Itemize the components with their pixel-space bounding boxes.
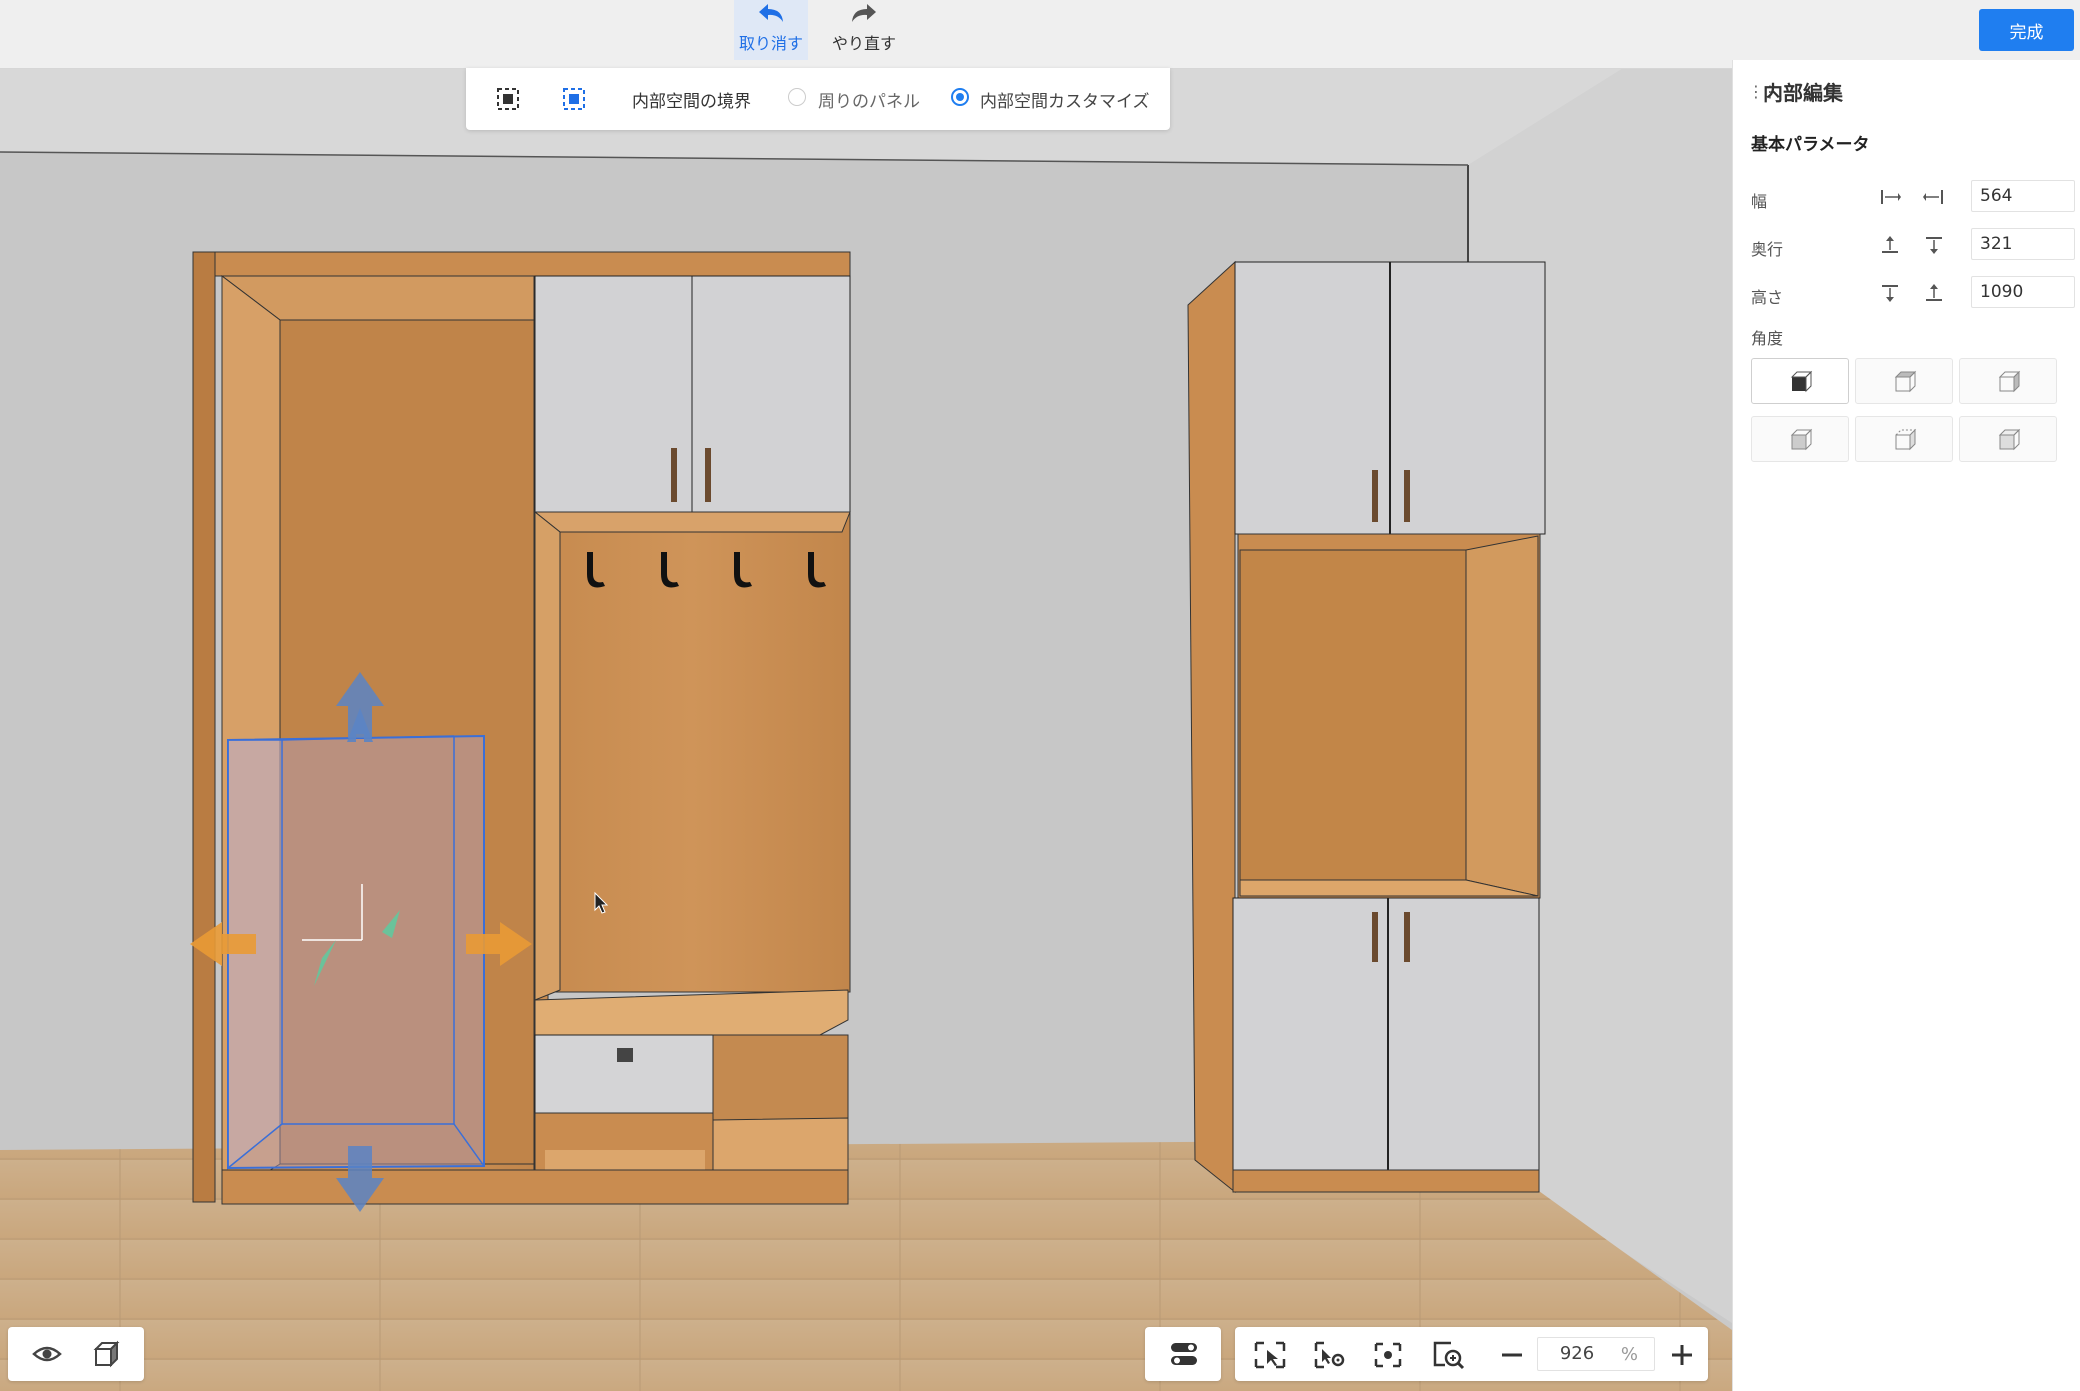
param-row-depth: 奥行 (1751, 228, 2075, 262)
align-front-icon[interactable] (1879, 235, 1901, 255)
angle-option-back[interactable] (1751, 416, 1849, 462)
top-toolbar: 取り消す やり直す 完成 (0, 0, 2080, 69)
view-tools (8, 1327, 144, 1381)
room-scene (0, 68, 1732, 1391)
settings-toggle-group (1145, 1327, 1221, 1381)
height-input[interactable] (1971, 276, 2075, 308)
zoom-out-button[interactable] (1495, 1340, 1529, 1370)
zoom-input[interactable] (1544, 1342, 1610, 1365)
align-back-icon[interactable] (1923, 235, 1945, 255)
depth-input[interactable] (1971, 228, 2075, 260)
param-label: 高さ (1751, 288, 1784, 307)
panels-radio[interactable] (788, 88, 806, 106)
align-right-icon[interactable] (1923, 187, 1945, 207)
boundary-label: 内部空間の境界 (632, 92, 751, 112)
section-title: 基本パラメータ (1751, 135, 1870, 155)
custom-option-label[interactable]: 内部空間カスタマイズ (980, 87, 1150, 112)
custom-radio[interactable] (951, 88, 969, 106)
focus-icon[interactable] (1371, 1340, 1405, 1370)
frame-select-icon[interactable] (1253, 1340, 1287, 1370)
undo-label: 取り消す (738, 34, 803, 53)
param-label: 奥行 (1751, 240, 1784, 259)
param-label: 幅 (1751, 192, 1768, 211)
selection-box (190, 672, 532, 1212)
inner-edit-panel: ⋮⋮ 内部編集 基本パラメータ 幅 奥行 高さ 角度 (1732, 60, 2080, 1391)
zoom-region-icon[interactable] (1431, 1340, 1465, 1370)
done-button[interactable]: 完成 (1979, 9, 2074, 51)
angle-option-left[interactable] (1855, 358, 1953, 404)
align-left-icon[interactable] (1879, 187, 1901, 207)
redo-button[interactable]: やり直す (827, 0, 901, 60)
select-inner-icon[interactable] (561, 86, 587, 112)
angle-option-top[interactable] (1855, 416, 1953, 462)
undo-icon (734, 0, 808, 30)
undo-button[interactable]: 取り消す (734, 0, 808, 60)
inner-space-mode-bar: 内部空間の境界 周りのパネル 内部空間カスタマイズ (466, 68, 1170, 130)
redo-label: やり直す (831, 34, 896, 53)
angle-option-front[interactable] (1751, 358, 1849, 404)
minus-icon (1502, 1353, 1522, 1357)
panel-title: 内部編集 (1763, 81, 1843, 105)
width-input[interactable] (1971, 180, 2075, 212)
3d-viewport[interactable] (0, 68, 1732, 1391)
cube-view-icon[interactable] (92, 1340, 122, 1368)
right-cabinet (1187, 260, 1546, 1194)
frame-settings-icon[interactable] (1313, 1340, 1347, 1370)
zoom-field: % (1537, 1337, 1655, 1371)
redo-icon (827, 0, 901, 30)
align-top-icon[interactable] (1879, 283, 1901, 303)
plus-icon (1672, 1345, 1692, 1365)
param-row-width: 幅 (1751, 180, 2075, 214)
zoom-unit: % (1620, 1344, 1638, 1365)
angle-label: 角度 (1751, 329, 1784, 348)
eye-icon[interactable] (32, 1340, 62, 1368)
param-row-height: 高さ (1751, 276, 2075, 310)
toggle-settings-icon[interactable] (1169, 1340, 1199, 1372)
zoom-in-button[interactable] (1665, 1340, 1699, 1370)
panels-option-label[interactable]: 周りのパネル (818, 87, 920, 112)
align-bottom-icon[interactable] (1923, 283, 1945, 303)
select-boundary-icon[interactable] (495, 86, 521, 112)
zoom-toolbar: % (1235, 1327, 1708, 1381)
angle-option-right[interactable] (1959, 358, 2057, 404)
angle-option-bottom[interactable] (1959, 416, 2057, 462)
